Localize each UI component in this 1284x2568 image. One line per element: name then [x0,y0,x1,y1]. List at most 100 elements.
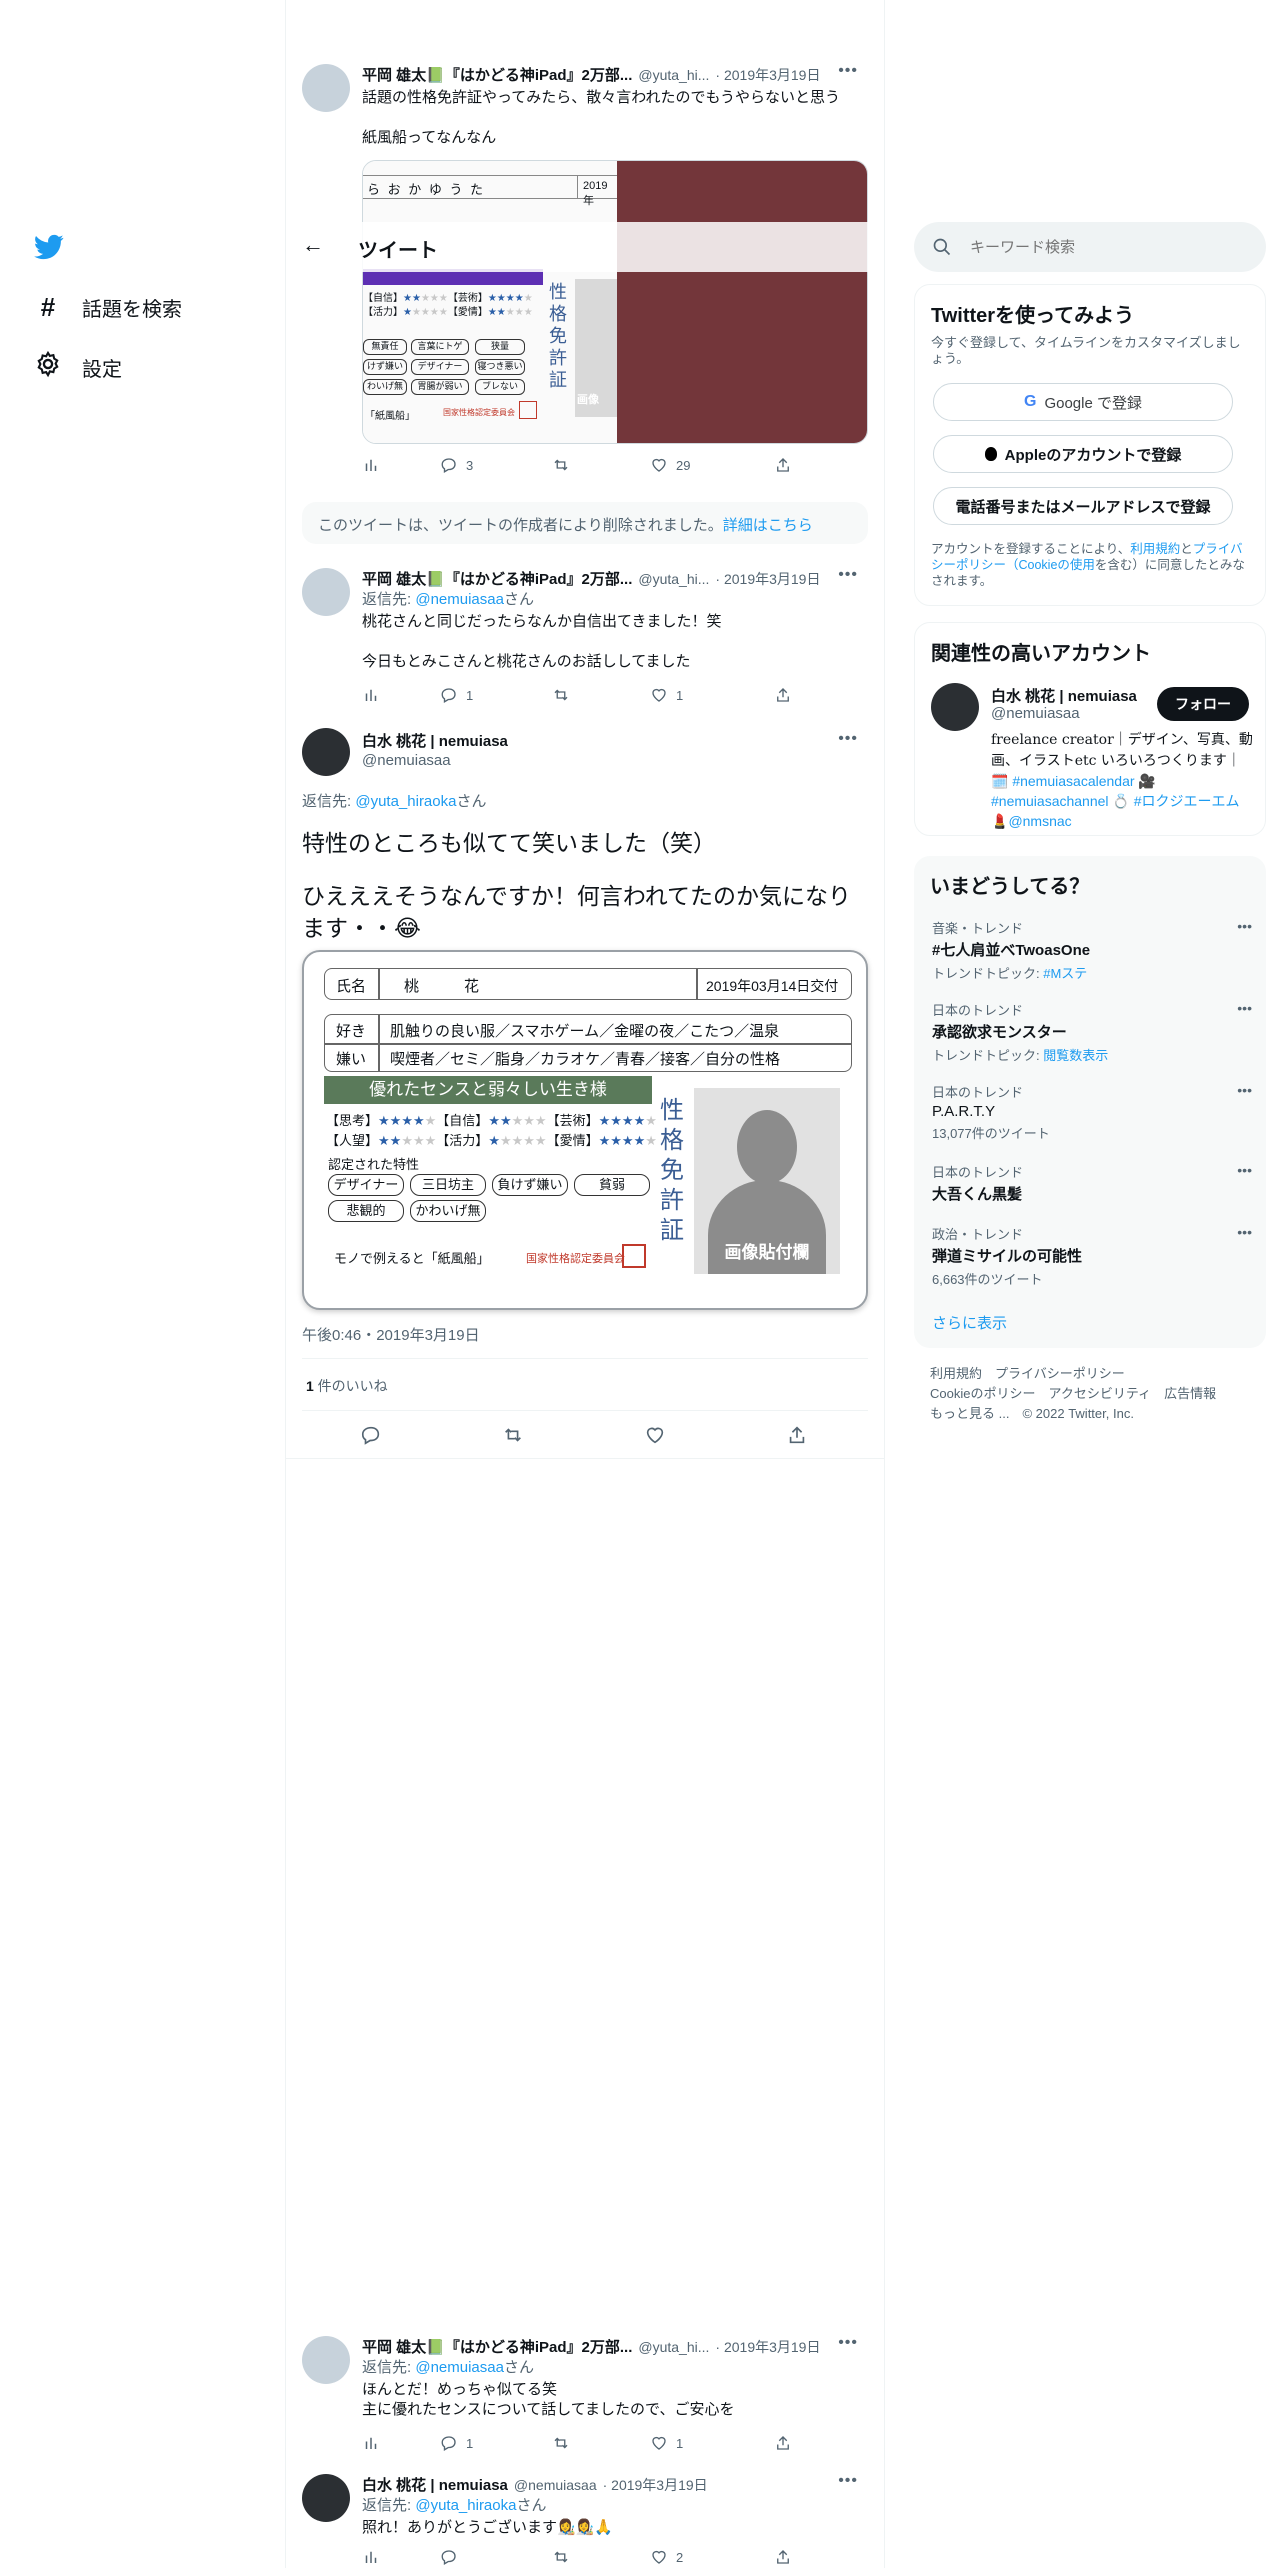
reply-to-link[interactable]: @nemuiasaa [415,2359,504,2376]
reply-button[interactable]: 3 [440,456,552,474]
twitter-logo-icon[interactable] [34,232,64,262]
trend-item[interactable]: 政治・トレンド 弾道ミサイルの可能性 6,663件のツイート ••• [932,1224,1252,1288]
reply-to-link[interactable]: @yuta_hiraoka [355,793,456,810]
bio-mention-link[interactable]: @nmsnac [1008,813,1071,829]
follow-button[interactable]: フォロー [1157,687,1249,721]
reply-button[interactable]: 1 [440,2434,552,2452]
license-card-image[interactable]: 氏名 桃 花 2019年03月14日交付 好き 肌触りの良い服／スマホゲーム／金… [302,950,868,1310]
like-button[interactable]: 1 [650,2434,774,2452]
retweet-button[interactable] [552,686,650,704]
avatar[interactable] [302,2474,350,2522]
like-button[interactable]: 1 [650,686,774,704]
share-button[interactable] [774,2434,892,2452]
terms-link[interactable]: 利用規約 [1130,542,1180,556]
bio-hashtag-link[interactable]: #nemuiasachannel [991,793,1109,809]
more-icon[interactable]: ••• [1237,918,1252,934]
footer-link[interactable]: 利用規約 [930,1366,982,1381]
tweet-date[interactable]: · 2019年3月19日 [715,569,820,589]
analytics-button[interactable] [362,2434,440,2452]
author-handle[interactable]: @yuta_hi... [638,571,709,587]
more-icon[interactable]: ••• [838,566,858,584]
author-name[interactable]: 白水 桃花 | nemuiasa [362,2474,508,2495]
avatar[interactable] [931,683,979,731]
footer-link[interactable]: 広告情報 [1164,1386,1216,1401]
tweet-4[interactable]: 白水 桃花 | nemuiasa @nemuiasaa · 2019年3月19日… [300,2466,870,2568]
share-button[interactable] [774,2548,892,2566]
reply-to-link[interactable]: @nemuiasaa [415,591,504,608]
trend-item[interactable]: 日本のトレンド 大吾くん黒髪 ••• [932,1162,1252,1204]
search-input[interactable] [970,234,1240,260]
author-handle[interactable]: @yuta_hi... [638,2339,709,2355]
more-icon[interactable]: ••• [838,2472,858,2490]
more-icon[interactable]: ••• [1237,1000,1252,1016]
trend-item[interactable]: 日本のトレンド 承認欲求モンスター トレンドトピック: 閲覧数表示 ••• [932,1000,1252,1064]
more-icon[interactable]: ••• [1237,1224,1252,1240]
tweet-date[interactable]: · 2019年3月19日 [715,65,820,85]
card-trait: デザイナー [411,359,469,375]
share-button[interactable] [774,456,892,474]
more-icon[interactable]: ••• [838,2334,858,2352]
footer-link[interactable]: プライバシーポリシー [995,1366,1125,1381]
author-name[interactable]: 白水 桃花 | nemuiasa [362,730,508,751]
phone-signup-button[interactable]: 電話番号またはメールアドレスで登録 [933,487,1233,525]
avatar[interactable] [302,2336,350,2384]
share-button[interactable] [774,686,892,704]
more-icon[interactable]: ••• [838,730,858,748]
learn-more-link[interactable]: 詳細はこちら [723,517,813,534]
analytics-button[interactable] [362,686,440,704]
apple-signup-button[interactable]: Appleのアカウントで登録 [933,435,1233,473]
trend-item[interactable]: 音楽・トレンド #七人肩並べTwoasOne トレンドトピック: #Mステ ••… [932,918,1252,982]
trend-item[interactable]: 日本のトレンド P.A.R.T.Y 13,077件のツイート ••• [932,1082,1252,1142]
trend-sub-link[interactable]: #Mステ [1043,966,1087,981]
tweet-date[interactable]: · 2019年3月19日 [603,2475,708,2495]
avatar[interactable] [302,64,350,112]
footer-link[interactable]: Cookieのポリシー [930,1386,1035,1401]
reply-to-link[interactable]: @yuta_hiraoka [415,2497,516,2514]
more-icon[interactable]: ••• [1237,1082,1252,1098]
like-button[interactable]: 29 [650,456,774,474]
tweet-3[interactable]: 平岡 雄太📗『はかどる神iPad』2万部... @yuta_hi... · 20… [300,2328,870,2458]
reply-button[interactable] [440,2548,552,2566]
trend-sub-link[interactable]: 閲覧数表示 [1043,1048,1108,1063]
reply-button[interactable] [360,1424,502,1446]
retweet-button[interactable] [552,456,650,474]
footer-more[interactable]: もっと見る ... [930,1406,1009,1421]
more-icon[interactable]: ••• [1237,1162,1252,1178]
google-signup-button[interactable]: G Google で登録 [933,383,1233,421]
related-handle[interactable]: @nemuiasaa [991,705,1080,722]
related-name[interactable]: 白水 桃花 | nemuiasa [991,685,1137,706]
more-icon[interactable]: ••• [838,62,858,80]
nav-settings[interactable]: 設定 [34,350,122,384]
share-button[interactable] [786,1424,904,1446]
like-button[interactable] [644,1424,786,1446]
bio-hashtag-link[interactable]: #ロクジエーエム [1134,793,1240,809]
retweet-button[interactable] [552,2548,650,2566]
back-arrow-icon[interactable]: ← [302,232,324,258]
media-image-2[interactable] [617,161,867,443]
avatar[interactable] [302,728,350,776]
bio-hashtag-link[interactable]: #nemuiasacalendar [1012,773,1134,789]
author-name[interactable]: 平岡 雄太📗『はかどる神iPad』2万部... [362,64,632,85]
tweet-timestamp[interactable]: 午後0:46・2019年3月19日 [302,1324,480,1345]
author-name[interactable]: 平岡 雄太📗『はかどる神iPad』2万部... [362,2336,632,2357]
tweet-date[interactable]: · 2019年3月19日 [715,2337,820,2357]
avatar[interactable] [302,568,350,616]
retweet-button[interactable] [552,2434,650,2452]
likes-summary[interactable]: 1 件のいいね [306,1376,388,1396]
nav-explore[interactable]: # 話題を検索 [34,292,182,323]
like-button[interactable]: 2 [650,2548,774,2566]
author-handle[interactable]: @nemuiasaa [362,752,451,769]
author-name[interactable]: 平岡 雄太📗『はかどる神iPad』2万部... [362,568,632,589]
reply-button[interactable]: 1 [440,686,552,704]
footer-link[interactable]: アクセシビリティ [1048,1386,1151,1401]
tweet-media[interactable]: ら お か ゆ う た 2019年 【自信】★★★★★【芸術】★★★★★ 【活力… [362,160,868,444]
tweet-2[interactable]: 平岡 雄太📗『はかどる神iPad』2万部... @yuta_hi... · 20… [300,560,870,710]
retweet-button[interactable] [502,1424,644,1446]
analytics-button[interactable] [362,2548,440,2566]
search-bar[interactable] [914,222,1266,272]
show-more-link[interactable]: さらに表示 [932,1312,1007,1333]
author-handle[interactable]: @nemuiasaa [514,2477,597,2493]
license-footer: モノで例えると「紙風船」 [334,1251,490,1266]
analytics-button[interactable] [362,456,440,474]
author-handle[interactable]: @yuta_hi... [638,67,709,83]
